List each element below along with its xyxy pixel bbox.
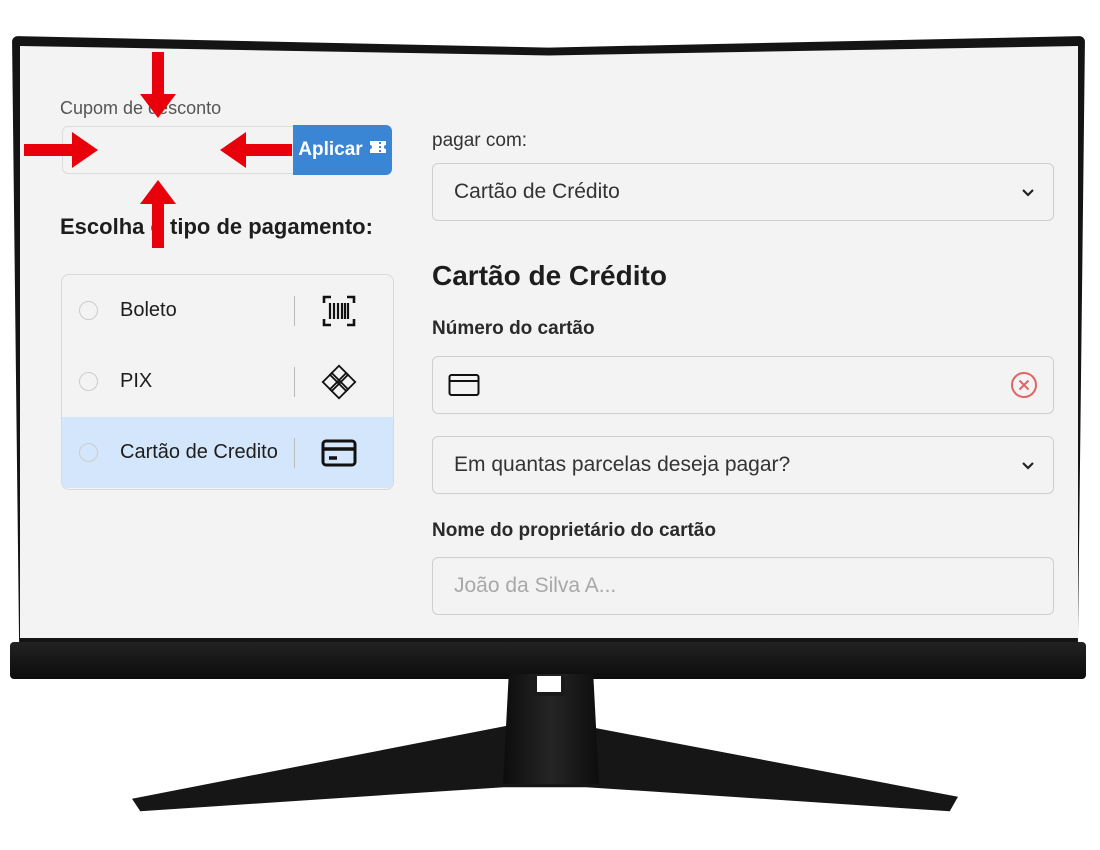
card-number-field[interactable] [432,356,1054,414]
monitor-stand-slot [533,676,565,696]
payment-option-label: Cartão de Credito [120,441,278,463]
credit-card-icon [448,373,480,397]
card-owner-placeholder: João da Silva A... [454,574,617,597]
arrow-right-icon [24,132,98,168]
clear-input-icon[interactable] [1010,371,1038,399]
pay-with-select[interactable]: Cartão de Crédito [432,163,1054,221]
divider [294,295,295,326]
barcode-icon [321,293,357,329]
radio-credit-card[interactable] [79,443,98,462]
payment-type-list: Boleto PIX Cartão de Credito [61,274,394,490]
monitor-screen: Cupom de desconto Aplicar Escolha o tipo… [20,46,1078,638]
arrow-down-icon [140,52,176,118]
pay-with-label: pagar com: [432,130,528,151]
payment-option-label: PIX [120,370,153,392]
arrow-left-icon [220,132,292,168]
payment-type-title: Escolha o tipo de pagamento: [60,214,373,239]
monitor-chin [10,642,1086,679]
payment-option-pix[interactable]: PIX [62,346,393,417]
card-section-title: Cartão de Crédito [432,260,667,291]
radio-boleto[interactable] [79,301,98,320]
installments-placeholder: Em quantas parcelas deseja pagar? [454,453,791,476]
payment-option-boleto[interactable]: Boleto [62,275,393,346]
arrow-up-icon [140,180,176,248]
credit-card-icon [321,435,357,471]
radio-pix[interactable] [79,372,98,391]
apply-button-label: Aplicar [298,139,363,160]
pix-icon [321,364,357,400]
chevron-down-icon [1021,180,1035,204]
payment-option-credit-card[interactable]: Cartão de Credito [62,417,393,488]
pay-with-selected-value: Cartão de Crédito [454,180,620,203]
card-owner-label: Nome do proprietário do cartão [432,520,716,541]
divider [294,366,295,397]
divider [294,437,295,468]
installments-select[interactable]: Em quantas parcelas deseja pagar? [432,436,1054,494]
card-owner-input[interactable]: João da Silva A... [432,557,1054,615]
apply-coupon-button[interactable]: Aplicar [293,125,392,175]
payment-option-label: Boleto [120,299,177,321]
card-number-label: Número do cartão [432,318,595,339]
ticket-icon [369,139,387,161]
chevron-down-icon [1021,453,1035,477]
